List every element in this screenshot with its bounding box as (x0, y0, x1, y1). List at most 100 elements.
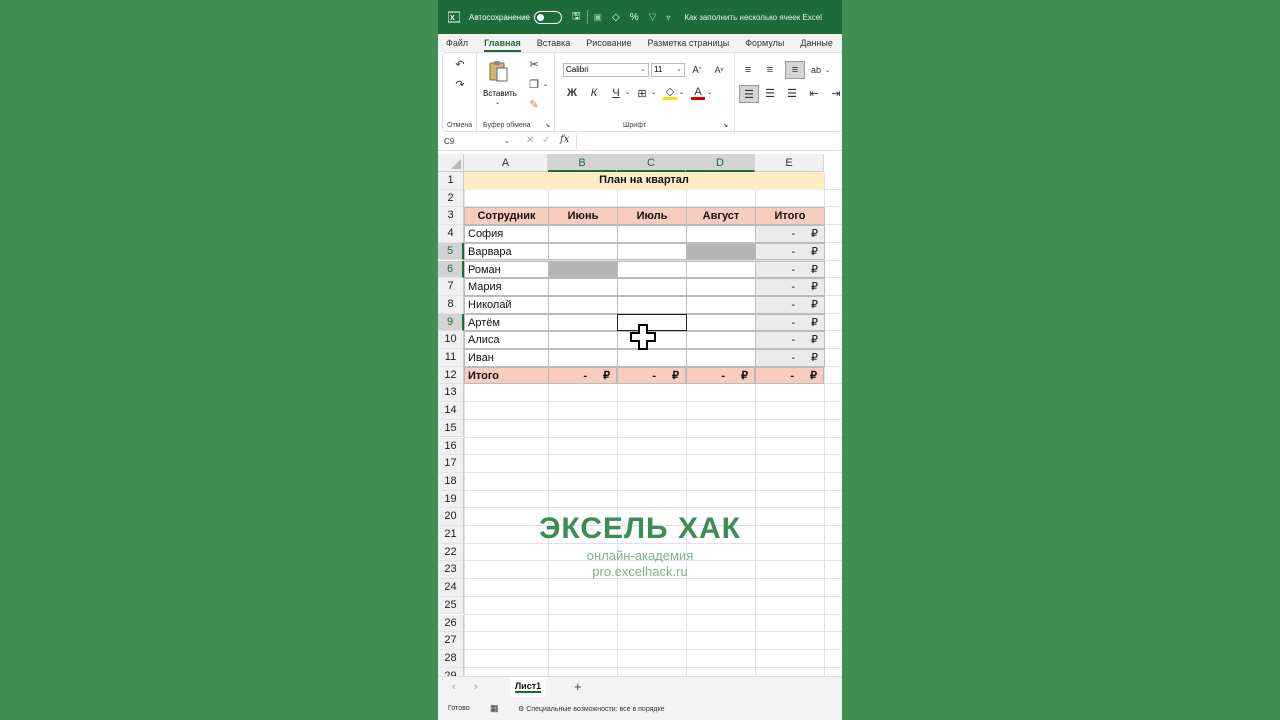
plan-value-cell[interactable] (617, 349, 687, 367)
column-header-c[interactable]: C (617, 154, 686, 172)
quick-tool-icon[interactable]: ▣ (594, 12, 603, 23)
insert-function-icon[interactable]: fx (560, 134, 569, 145)
header-total[interactable]: Итого (755, 207, 825, 226)
font-color-dropdown-icon[interactable]: ⌄ (707, 89, 712, 96)
row-header-25[interactable]: 25 (438, 596, 464, 615)
row-header-9[interactable]: 9 (438, 313, 464, 332)
plan-value-cell[interactable] (548, 313, 618, 332)
underline-dropdown-icon[interactable]: ⌄ (625, 89, 630, 96)
cancel-icon[interactable]: ✕ (526, 135, 534, 146)
row-header-24[interactable]: 24 (438, 579, 464, 597)
row-header-3[interactable]: 3 (438, 207, 464, 226)
plan-value-cell[interactable] (686, 242, 756, 261)
font-size-select[interactable]: 11 ⌄ (651, 63, 685, 77)
column-total-cell[interactable]: - ₽ (686, 366, 755, 385)
plan-value-cell[interactable] (686, 331, 756, 349)
row-header-14[interactable]: 14 (438, 402, 464, 420)
customize-toolbar-icon[interactable]: ▿ (666, 13, 670, 22)
plan-value-cell[interactable] (548, 242, 618, 261)
plan-value-cell[interactable] (548, 260, 618, 279)
row-header-28[interactable]: 28 (438, 649, 464, 668)
plan-value-cell[interactable] (548, 349, 618, 367)
grow-font-icon[interactable]: A ^ (689, 63, 705, 77)
employee-name-cell[interactable]: Роман (464, 260, 549, 279)
accessibility-status[interactable]: ⚙ Специальные возможности: все в порядке (518, 705, 665, 713)
column-header-d[interactable]: D (686, 154, 755, 172)
align-right-icon[interactable]: ☰ (785, 86, 799, 100)
add-sheet-button[interactable]: + (574, 679, 582, 694)
copy-icon[interactable]: ❐ (527, 77, 541, 91)
tab-formulas[interactable]: Формулы (737, 34, 792, 52)
row-total-cell[interactable]: - ₽ (755, 260, 825, 279)
tab-file[interactable]: Файл (438, 34, 476, 52)
column-total-cell[interactable]: - ₽ (755, 366, 824, 385)
row-header-16[interactable]: 16 (438, 437, 464, 456)
row-header-19[interactable]: 19 (438, 490, 464, 509)
column-header-b[interactable]: B (548, 154, 617, 172)
decrease-indent-icon[interactable]: ⇤ (807, 86, 821, 100)
row-total-cell[interactable]: - ₽ (755, 349, 825, 367)
row-total-cell[interactable]: - ₽ (755, 295, 825, 314)
font-launcher-icon[interactable]: ↘ (723, 122, 728, 129)
orientation-icon[interactable]: ab (809, 63, 823, 77)
row-total-cell[interactable]: - ₽ (755, 242, 825, 261)
row-total-cell[interactable]: - ₽ (755, 278, 825, 296)
undo-icon[interactable]: ↶ (453, 57, 467, 71)
confirm-icon[interactable]: ✓ (542, 135, 550, 146)
autosave-toggle[interactable] (533, 10, 562, 24)
sheet-tab-active[interactable]: Лист1 (510, 677, 546, 697)
tab-home[interactable]: Главная (476, 34, 529, 52)
row-header-26[interactable]: 26 (438, 614, 464, 633)
clipboard-launcher-icon[interactable]: ↘ (545, 122, 550, 129)
plan-value-cell[interactable] (686, 260, 756, 279)
format-painter-brush-icon[interactable]: ✎ (527, 97, 541, 111)
row-header-18[interactable]: 18 (438, 472, 464, 491)
copy-dropdown-icon[interactable]: ⌄ (543, 81, 548, 88)
row-header-12[interactable]: 12 (438, 366, 464, 385)
macro-record-icon[interactable]: ▦ (490, 703, 499, 714)
plan-value-cell[interactable] (617, 225, 687, 243)
column-header-e[interactable]: E (755, 154, 824, 172)
underline-button[interactable]: Ч (609, 86, 623, 100)
paste-dropdown-icon[interactable]: ⌄ (495, 99, 500, 106)
column-header-a[interactable]: A (464, 154, 548, 172)
tab-draw[interactable]: Рисование (578, 34, 639, 52)
font-color-icon[interactable]: A (691, 86, 705, 100)
row-header-2[interactable]: 2 (438, 189, 464, 208)
eraser-icon[interactable]: ◇ (612, 12, 620, 23)
borders-icon[interactable]: ⊞ (635, 86, 649, 100)
employee-name-cell[interactable]: Артём (464, 313, 549, 332)
plan-value-cell[interactable] (686, 225, 756, 243)
shrink-font-icon[interactable]: Av (711, 63, 727, 77)
increase-indent-icon[interactable]: ⇥ (829, 86, 842, 100)
select-all-button[interactable] (438, 154, 464, 172)
cut-icon[interactable]: ✂ (527, 57, 541, 71)
save-icon[interactable]: 🖫 (572, 9, 581, 26)
row-header-8[interactable]: 8 (438, 295, 464, 314)
align-bottom-icon[interactable]: ≡ (785, 61, 805, 79)
plan-value-cell[interactable] (548, 295, 618, 314)
total-label[interactable]: Итого (464, 366, 549, 385)
plan-value-cell[interactable] (548, 278, 618, 296)
employee-name-cell[interactable]: Иван (464, 349, 549, 367)
row-header-5[interactable]: 5 (438, 242, 464, 261)
header-june[interactable]: Июнь (548, 207, 618, 226)
borders-dropdown-icon[interactable]: ⌄ (651, 89, 656, 96)
align-middle-icon[interactable]: ≡ (763, 63, 777, 77)
plan-value-cell[interactable] (548, 331, 618, 349)
row-total-cell[interactable]: - ₽ (755, 331, 825, 349)
next-sheet-icon[interactable]: › (474, 681, 478, 693)
plan-value-cell[interactable] (686, 349, 756, 367)
plan-value-cell[interactable] (617, 242, 687, 261)
fill-color-icon[interactable]: ◇ (663, 86, 677, 100)
plan-value-cell[interactable] (617, 260, 687, 279)
italic-button[interactable]: К (587, 86, 601, 100)
row-header-17[interactable]: 17 (438, 455, 464, 473)
row-header-15[interactable]: 15 (438, 419, 464, 438)
align-top-icon[interactable]: ≡ (741, 63, 755, 77)
name-box[interactable]: C9 ⌄ (444, 136, 510, 148)
align-center-icon[interactable]: ☰ (763, 86, 777, 100)
sheet-title[interactable]: План на квартал (464, 172, 824, 190)
paste-icon[interactable] (487, 59, 509, 83)
row-header-4[interactable]: 4 (438, 225, 464, 243)
